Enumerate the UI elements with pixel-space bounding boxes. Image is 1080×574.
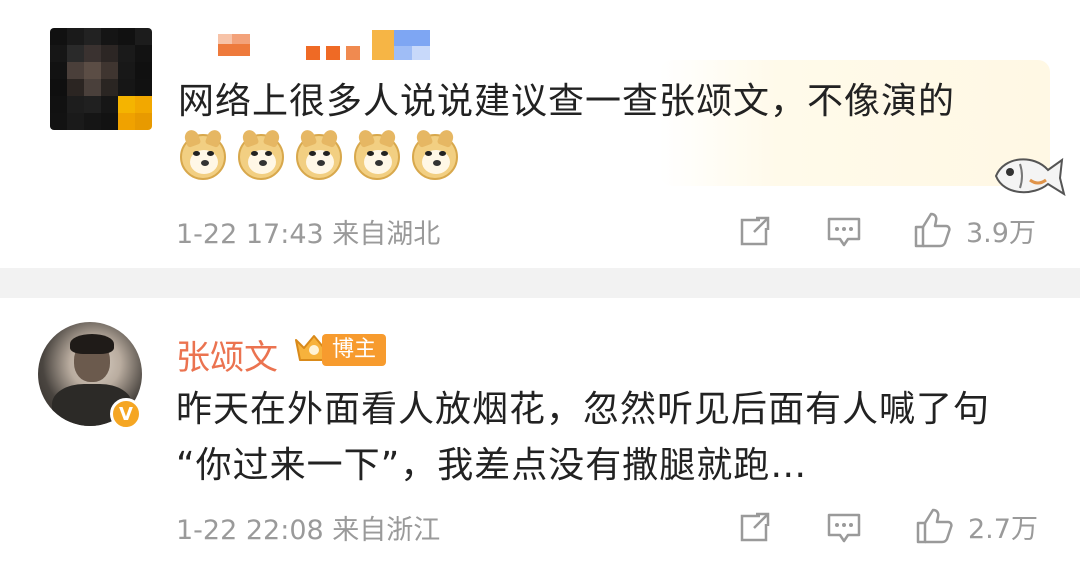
thumbs-up-icon	[914, 212, 951, 248]
comment-meta: 1-22 17:43 来自湖北	[176, 219, 441, 250]
like-count: 3.9万	[966, 217, 1036, 249]
share-button[interactable]	[738, 510, 772, 544]
author-name[interactable]: 张颂文	[176, 330, 278, 379]
like-button[interactable]: 3.9万	[912, 210, 1036, 250]
fish-sticker-icon	[994, 157, 1066, 197]
comment-meta: 1-22 22:08 来自浙江	[176, 515, 441, 546]
share-button[interactable]	[738, 214, 772, 248]
doge-emoji-icon	[180, 128, 226, 180]
blogger-badge: 博主	[322, 334, 387, 366]
comment-item: 网络上很多人说说建议查一查张颂文，不像演的 1-22 17:43 来自湖北 3.…	[0, 0, 1080, 268]
comment-text-line: “你过来一下”，我差点没有撒腿就跑…	[176, 445, 808, 486]
author-name-pixelated[interactable]	[218, 30, 458, 64]
comment-button[interactable]	[826, 512, 862, 544]
share-icon	[740, 512, 770, 542]
comment-icon	[827, 217, 861, 247]
comment-button[interactable]	[826, 216, 862, 248]
doge-emoji-icon	[412, 128, 458, 180]
section-divider	[0, 268, 1080, 298]
comment-text-line: 昨天在外面看人放烟花，忽然听见后面有人喊了句	[176, 389, 991, 430]
doge-emoji-icon	[238, 128, 284, 180]
like-count: 2.7万	[968, 513, 1038, 545]
comment-text: 网络上很多人说说建议查一查张颂文，不像演的	[178, 81, 956, 122]
comment-icon	[827, 513, 861, 543]
share-icon	[740, 216, 770, 246]
doge-emoji-icon	[354, 128, 400, 180]
doge-emoji-icon	[296, 128, 342, 180]
like-button[interactable]: 2.7万	[914, 506, 1038, 546]
comment-text: 昨天在外面看人放烟花，忽然听见后面有人喊了句 “你过来一下”，我差点没有撒腿就跑…	[176, 382, 1056, 494]
emoji-row	[180, 128, 458, 180]
avatar-pixelated[interactable]	[50, 28, 152, 130]
verified-badge-icon: V	[110, 398, 142, 430]
thumbs-up-icon	[916, 508, 953, 544]
